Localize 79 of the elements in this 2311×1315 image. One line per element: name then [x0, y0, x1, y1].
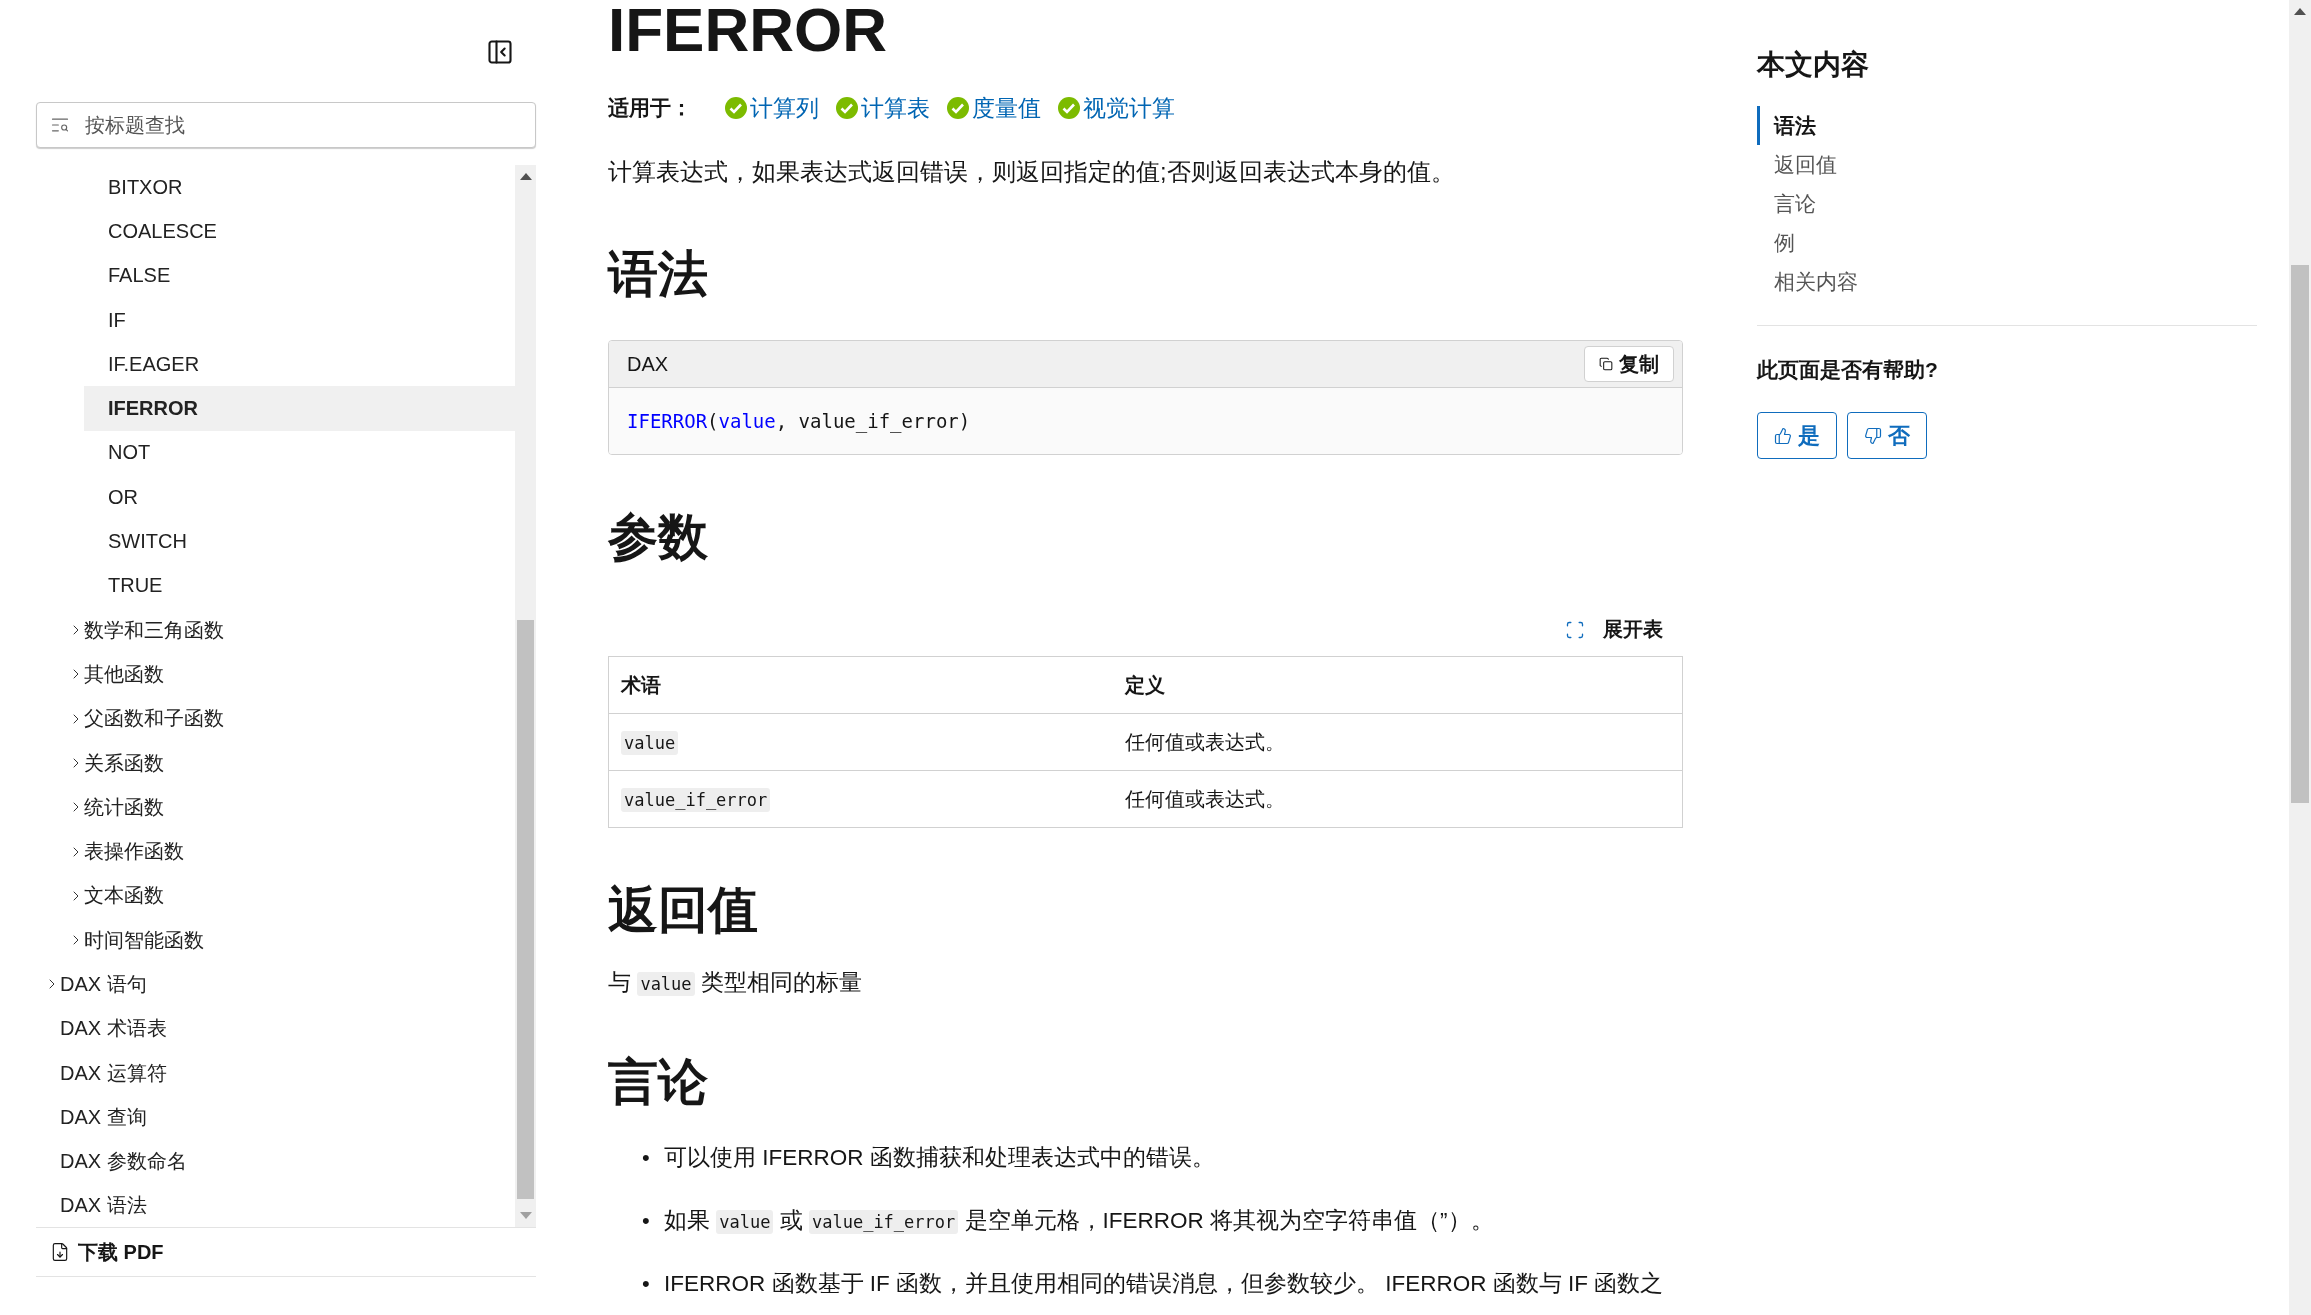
- paragraph-text: 与 value 类型相同的标量: [608, 968, 863, 998]
- section-heading: 语法: [608, 245, 709, 304]
- bullet-marker: •: [642, 1144, 651, 1172]
- nav-item[interactable]: BITXOR: [108, 175, 183, 199]
- column-header: 定义: [1113, 656, 1683, 714]
- nav-item[interactable]: DAX 术语表: [60, 1015, 167, 1043]
- toc-link[interactable]: 例: [1757, 223, 2257, 262]
- nav-item[interactable]: IF: [108, 308, 126, 332]
- table-cell: value_if_error: [608, 770, 1114, 828]
- scroll-up-icon[interactable]: [2294, 8, 2306, 15]
- collapse-sidebar-button[interactable]: [486, 38, 514, 66]
- download-pdf-link[interactable]: 下载 PDF: [36, 1228, 536, 1277]
- nav-item[interactable]: DAX 查询: [60, 1103, 147, 1131]
- description-text: 计算表达式，如果表达式返回错误，则返回指定的值;否则返回表达式本身的值。: [608, 158, 1456, 187]
- document-icon: [50, 1242, 70, 1262]
- check-circle-icon: [1057, 96, 1081, 120]
- yes-button[interactable]: 是: [1757, 412, 1837, 459]
- column-header: 术语: [608, 656, 1114, 714]
- bullet-text: 如果 value 或 value_if_error 是空单元格，IFERROR 将其视为空字符串值（”）。: [664, 1207, 1494, 1236]
- nav-item[interactable]: 关系函数: [84, 749, 164, 777]
- nav-item[interactable]: DAX 参数命名: [60, 1148, 187, 1176]
- nav-item[interactable]: TRUE: [108, 574, 163, 598]
- nav-item[interactable]: DAX 语法: [60, 1192, 147, 1220]
- scroll-up-icon[interactable]: [520, 173, 532, 180]
- table-cell: 任何值或表达式。: [1113, 713, 1683, 771]
- toc-link[interactable]: 语法: [1757, 106, 2257, 145]
- nav-item[interactable]: 时间智能函数: [84, 926, 204, 954]
- expand-icon: [1565, 619, 1585, 640]
- bullet-marker: •: [642, 1270, 651, 1298]
- applies-to-link[interactable]: 计算表: [835, 92, 930, 124]
- applies-to-label: 适用于：: [608, 95, 692, 121]
- toc-link[interactable]: 言论: [1757, 184, 2257, 223]
- thumbs-down-icon: [1864, 426, 1882, 445]
- table-cell: value: [608, 713, 1114, 771]
- section-heading: 参数: [608, 508, 709, 567]
- no-button[interactable]: 否: [1847, 412, 1927, 459]
- nav-item[interactable]: FALSE: [108, 264, 171, 288]
- feedback-question: 此页面是否有帮助?: [1757, 357, 1939, 383]
- code-language: DAX: [627, 352, 669, 376]
- bullet-text: IFERROR 函数基于 IF 函数，并且使用相同的错误消息，但参数较少。 IFERROR 函数与 IF 函数之: [664, 1270, 1664, 1298]
- nav-item[interactable]: 其他函数: [84, 660, 164, 688]
- search-field[interactable]: 按标题查找: [36, 102, 536, 148]
- nav-item[interactable]: SWITCH: [108, 530, 187, 553]
- expand-table-button[interactable]: 展开表: [1559, 615, 1669, 644]
- nav-item[interactable]: 父函数和子函数: [84, 705, 224, 733]
- thumbs-up-icon: [1774, 426, 1792, 445]
- scrollbar-thumb[interactable]: [517, 620, 534, 1199]
- code-text: IFERROR(value, value_if_error): [609, 388, 1682, 454]
- nav-item[interactable]: OR: [108, 485, 138, 509]
- scrollbar[interactable]: [515, 165, 536, 1227]
- applies-to-link[interactable]: 计算列: [724, 92, 819, 124]
- copy-button[interactable]: 复制: [1584, 346, 1674, 382]
- nav-item[interactable]: 数学和三角函数: [84, 616, 224, 644]
- nav-item[interactable]: DAX 运算符: [60, 1059, 167, 1087]
- table-cell: 任何值或表达式。: [1113, 770, 1683, 828]
- bullet-text: 可以使用 IFERROR 函数捕获和处理表达式中的错误。: [664, 1144, 1215, 1172]
- nav-item[interactable]: 统计函数: [84, 793, 164, 821]
- applies-to-link[interactable]: 视觉计算: [1057, 92, 1175, 124]
- nav-item[interactable]: 文本函数: [84, 882, 164, 910]
- section-heading: 言论: [608, 1053, 709, 1112]
- section-heading: 返回值: [608, 881, 759, 940]
- toc-link[interactable]: 返回值: [1757, 145, 2257, 184]
- scrollbar-thumb[interactable]: [2291, 265, 2309, 803]
- scrollbar[interactable]: [2289, 0, 2311, 1315]
- toc-link[interactable]: 相关内容: [1757, 262, 2257, 301]
- check-circle-icon: [724, 96, 748, 120]
- nav-item[interactable]: NOT: [108, 441, 151, 465]
- nav-item[interactable]: IF.EAGER: [108, 352, 200, 376]
- applies-to-link[interactable]: 度量值: [946, 92, 1041, 124]
- nav-item[interactable]: COALESCE: [108, 219, 217, 243]
- check-circle-icon: [946, 96, 970, 120]
- nav-item[interactable]: DAX 语句: [60, 971, 147, 998]
- bullet-marker: •: [642, 1207, 651, 1235]
- check-circle-icon: [835, 96, 859, 120]
- nav-item[interactable]: 表操作函数: [84, 838, 184, 866]
- toc-title: 本文内容: [1757, 48, 1870, 82]
- nav-item[interactable]: IFERROR: [108, 397, 198, 421]
- page-title: IFERROR: [608, 0, 888, 62]
- copy-icon: [1599, 357, 1613, 371]
